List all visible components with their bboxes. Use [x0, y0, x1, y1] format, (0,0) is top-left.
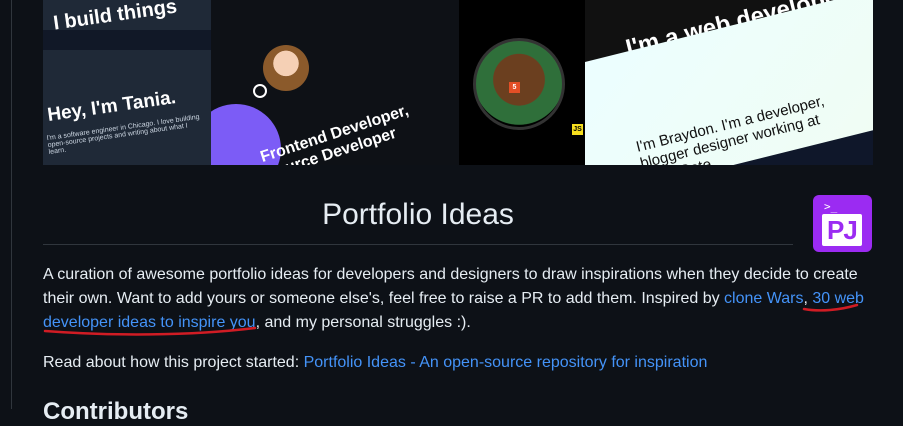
terminal-prompt-glyph: >_	[824, 200, 838, 213]
contributors-heading: Contributors	[43, 398, 189, 425]
victor-headline: Frontend Developer, Source Developer	[258, 101, 411, 165]
js-badge-icon: JS	[572, 124, 583, 135]
page-title: Portfolio Ideas	[322, 198, 514, 231]
portfolio-banner-image: I build things Hey, I'm Tania. I'm a sof…	[43, 0, 873, 165]
banner-panel-avatar: 5 3 JS	[459, 0, 603, 165]
banner-panel-webdev: I'm a web developer I'm Braydon. I'm a d…	[585, 0, 873, 165]
clone-wars-link[interactable]: clone Wars	[724, 290, 803, 307]
intro-ending: , and my personal struggles :).	[255, 314, 471, 331]
project-story-link[interactable]: Portfolio Ideas - An open-source reposit…	[304, 354, 708, 371]
banner-panel-victor: Frontend Developer, Source Developer	[211, 0, 459, 165]
content-left-border	[11, 0, 12, 409]
logo-letters: PJ	[827, 215, 858, 245]
title-divider	[43, 244, 793, 245]
banner-panel-tania: I build things Hey, I'm Tania. I'm a sof…	[43, 0, 211, 165]
html5-badge-icon: 5	[509, 82, 520, 93]
tania-navbar	[43, 30, 211, 50]
intro-paragraph: A curation of awesome portfolio ideas fo…	[43, 263, 873, 335]
read-prefix: Read about how this project started:	[43, 354, 304, 371]
read-about-line: Read about how this project started: Por…	[43, 351, 873, 375]
victor-photo	[263, 45, 309, 91]
pj-logo-icon: >_ PJ	[813, 195, 872, 252]
c-logo-icon	[253, 84, 267, 98]
